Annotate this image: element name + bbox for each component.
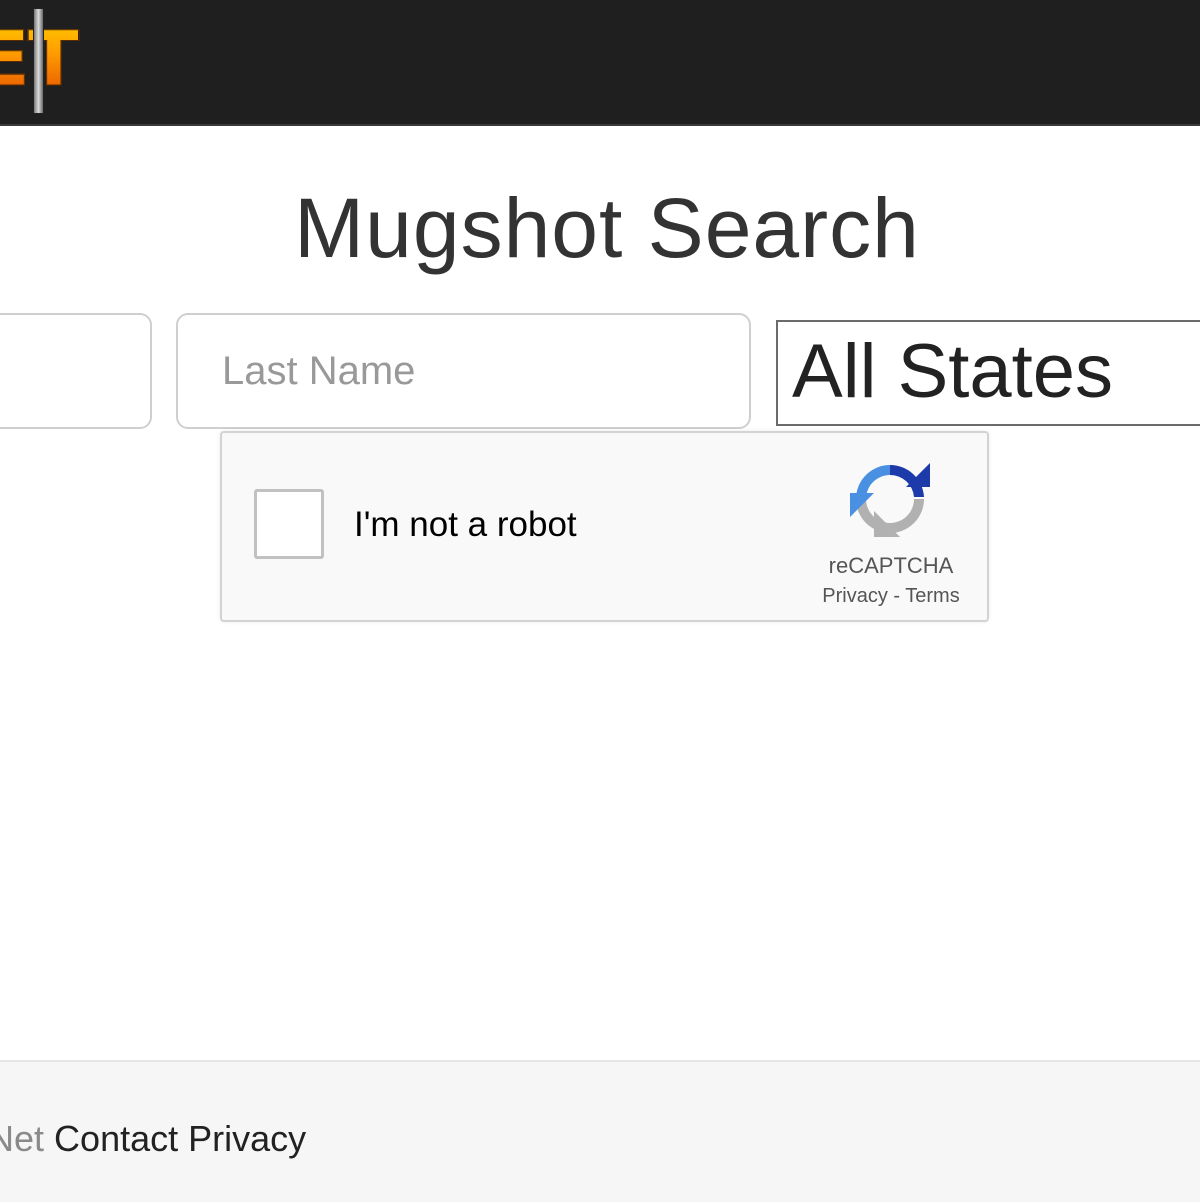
- footer-contact-link[interactable]: Contact: [54, 1118, 178, 1159]
- page-title: Mugshot Search: [294, 181, 920, 275]
- footer-brand: Net: [0, 1118, 45, 1159]
- recaptcha-widget: I'm not a robot reCAPTCHA Privacy - Term…: [220, 431, 989, 622]
- state-select[interactable]: All States: [776, 320, 1200, 426]
- recaptcha-checkbox[interactable]: [254, 489, 324, 559]
- recaptcha-terms-link[interactable]: Terms: [905, 585, 959, 607]
- recaptcha-brand: reCAPTCHA: [828, 553, 954, 578]
- first-name-input[interactable]: [0, 313, 152, 429]
- recaptcha-label: I'm not a robot: [354, 505, 577, 544]
- recaptcha-link-separator: -: [887, 585, 906, 607]
- recaptcha-links: Privacy - Terms: [816, 585, 966, 608]
- site-logo[interactable]: ET: [0, 8, 98, 114]
- recaptcha-logo-icon: [850, 463, 930, 537]
- footer-links: Net Contact Privacy: [0, 1118, 306, 1160]
- last-name-input[interactable]: [176, 313, 751, 429]
- state-select-value: All States: [792, 329, 1114, 414]
- footer: Net Contact Privacy: [0, 1060, 1200, 1202]
- footer-privacy-link[interactable]: Privacy: [188, 1118, 306, 1159]
- logo-bar-decoration: [33, 8, 44, 114]
- top-navbar: ET: [0, 0, 1200, 126]
- recaptcha-privacy-link[interactable]: Privacy: [822, 585, 888, 607]
